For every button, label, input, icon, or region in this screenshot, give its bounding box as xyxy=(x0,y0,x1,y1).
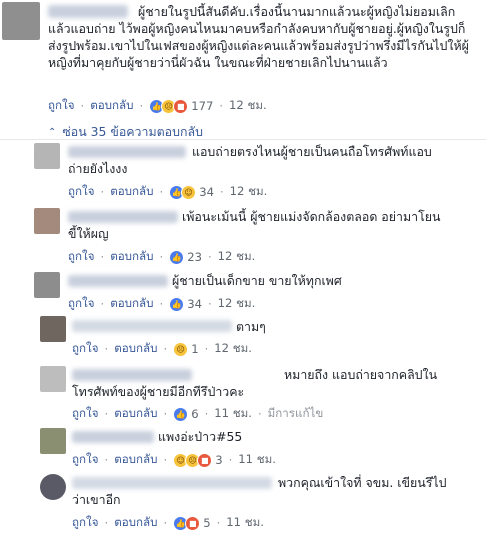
reply-link[interactable]: ตอบกลับ xyxy=(114,405,157,423)
reply-link[interactable]: ตอบกลับ xyxy=(110,248,153,266)
reply-text: พวกคุณเข้าใจที่ จขม. เขียนรึไปว่าเขาอีก xyxy=(72,475,447,507)
reply-actions: ถูกใจ · ตอบกลับ · ☹ 1 · 12 ชม. xyxy=(72,340,252,358)
reply-link[interactable]: ตอบกลับ xyxy=(110,183,153,201)
timestamp[interactable]: 11 ชม. xyxy=(214,405,252,423)
reply-link[interactable]: ตอบกลับ xyxy=(114,451,157,469)
reply-avatar[interactable] xyxy=(40,366,66,392)
angry-reaction-icon: ■ xyxy=(173,98,189,114)
main-actions: ถูกใจ · ตอบกลับ · 👍 ☹ ■ 177 · 12 ชม. xyxy=(48,97,267,115)
timestamp[interactable]: 12 ชม. xyxy=(229,97,267,115)
sad-reaction-icon: ☹ xyxy=(173,341,189,357)
reply-link[interactable]: ตอบกลับ xyxy=(114,340,157,358)
like-link[interactable]: ถูกใจ xyxy=(72,340,99,358)
main-comment-text: ผู้ชายในรูปนี้สันดีคับ.เรื่องนี้นานมากแล… xyxy=(48,4,469,70)
reaction-summary[interactable]: 👍 ■ 5 xyxy=(173,515,211,531)
reaction-summary[interactable]: 👍 ☹ ■ 177 xyxy=(149,98,214,114)
timestamp[interactable]: 12 ชม. xyxy=(214,340,252,358)
reply-text: แพงอ่ะป่าว#55 xyxy=(158,429,243,444)
angry-reaction-icon: ■ xyxy=(185,515,201,531)
like-link[interactable]: ถูกใจ xyxy=(72,514,99,532)
angry-reaction-icon: ■ xyxy=(197,452,213,468)
edited-label[interactable]: มีการแก้ไข xyxy=(268,405,324,423)
like-link[interactable]: ถูกใจ xyxy=(72,451,99,469)
reply-actions: ถูกใจ · ตอบกลับ · 👍 ☺ 34 · 12 ชม. xyxy=(68,183,268,201)
reply-text: แอบถ่ายตรงไหนผู้ชายเป็นคนถือโทรศัพท์แอบถ… xyxy=(68,144,432,176)
reply-actions: ถูกใจ · ตอบกลับ · 👍 ■ 5 · 11 ชม. xyxy=(72,514,264,532)
like-link[interactable]: ถูกใจ xyxy=(48,97,75,115)
reaction-count: 177 xyxy=(191,99,214,113)
reply-avatar[interactable] xyxy=(40,316,66,342)
reply-actions: ถูกใจ · ตอบกลับ · ☺ ☹ ■ 3 · 11 ชม. xyxy=(72,451,276,469)
reply-actions: ถูกใจ · ตอบกลับ · 👍 6 · 11 ชม. · มีการแก้ไข xyxy=(72,405,324,423)
reply-link[interactable]: ตอบกลับ xyxy=(90,97,133,115)
reply-actions: ถูกใจ · ตอบกลับ · 👍 23 · 12 ชม. xyxy=(68,248,256,266)
main-avatar[interactable] xyxy=(2,2,40,40)
chevron-up-icon: ⌃ xyxy=(48,127,57,138)
reply-avatar[interactable] xyxy=(34,143,60,169)
reply-text: ตามๆ xyxy=(236,319,266,334)
reaction-summary[interactable]: 👍 23 xyxy=(169,249,202,265)
timestamp[interactable]: 12 ชม. xyxy=(230,183,268,201)
reply-text: เพ้อนะเม้นนี้ ผู้ชายแม่งจัดกล้องตลอด อย่… xyxy=(68,209,441,241)
reply-text: หมายถึง แอบถ่ายจากคลิปในโทรศัพท์ของผู้ชา… xyxy=(72,367,438,399)
like-reaction-icon: 👍 xyxy=(169,296,185,312)
reply-text: ผู้ชายเป็นเด็กขาย ขายให้ทุกเพศ xyxy=(172,273,342,288)
reply-actions: ถูกใจ · ตอบกลับ · 👍 34 · 12 ชม. xyxy=(68,295,256,313)
reaction-summary[interactable]: 👍 34 xyxy=(169,296,202,312)
reply-avatar[interactable] xyxy=(34,272,60,298)
reaction-summary[interactable]: ☺ ☹ ■ 3 xyxy=(173,452,223,468)
like-reaction-icon: 👍 xyxy=(173,406,189,422)
timestamp[interactable]: 12 ชม. xyxy=(218,248,256,266)
reply-link[interactable]: ตอบกลับ xyxy=(110,295,153,313)
reply-avatar[interactable] xyxy=(34,208,60,234)
like-link[interactable]: ถูกใจ xyxy=(68,248,95,266)
reaction-summary[interactable]: ☹ 1 xyxy=(173,341,199,357)
divider xyxy=(0,139,486,140)
timestamp[interactable]: 11 ชม. xyxy=(226,514,264,532)
timestamp[interactable]: 12 ชม. xyxy=(218,295,256,313)
reaction-summary[interactable]: 👍 ☺ 34 xyxy=(169,184,214,200)
reply-link[interactable]: ตอบกลับ xyxy=(114,514,157,532)
haha-reaction-icon: ☺ xyxy=(181,184,197,200)
reply-avatar[interactable] xyxy=(40,474,66,500)
reaction-summary[interactable]: 👍 6 xyxy=(173,406,199,422)
timestamp[interactable]: 11 ชม. xyxy=(238,451,276,469)
like-link[interactable]: ถูกใจ xyxy=(68,183,95,201)
reply-avatar[interactable] xyxy=(40,428,66,454)
like-link[interactable]: ถูกใจ xyxy=(68,295,95,313)
like-reaction-icon: 👍 xyxy=(169,249,185,265)
like-link[interactable]: ถูกใจ xyxy=(72,405,99,423)
